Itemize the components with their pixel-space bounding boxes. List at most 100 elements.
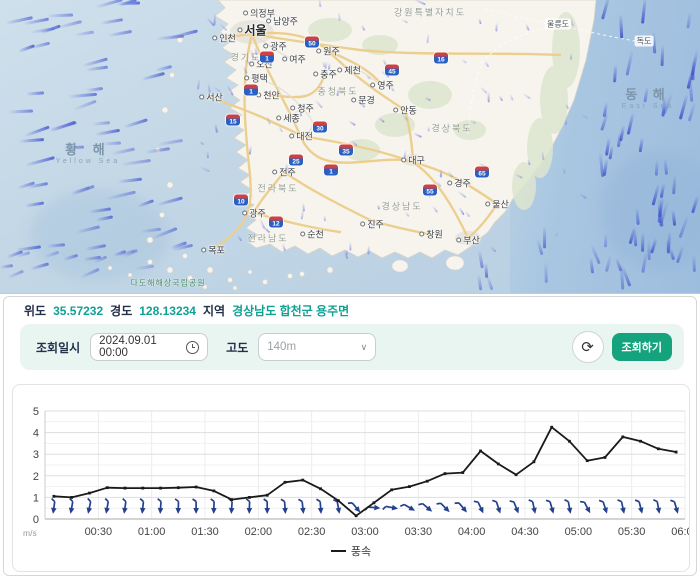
city-name: 인천 (219, 32, 236, 45)
map-city-label: 원주 (316, 45, 340, 58)
city-marker-icon (237, 28, 242, 33)
search-button[interactable]: 조회하기 (612, 333, 672, 361)
data-point (586, 459, 589, 462)
data-point (159, 487, 162, 490)
x-tick-label: 00:30 (85, 526, 113, 538)
wind-direction-barb-icon (317, 499, 324, 514)
map-city-label: 진주 (360, 218, 384, 231)
city-marker-icon (276, 116, 281, 121)
wind-direction-barb-icon (635, 499, 645, 515)
data-point (248, 496, 251, 499)
data-point (408, 485, 411, 488)
chevron-down-icon: ∨ (361, 342, 368, 353)
wind-direction-barb-icon (618, 499, 627, 515)
map-city-label: 영주 (370, 79, 394, 92)
barb-head (246, 508, 252, 514)
city-name: 남양주 (273, 15, 298, 28)
data-point (372, 501, 375, 504)
map-city-label: 서산 (199, 91, 223, 104)
data-point (390, 488, 393, 491)
city-marker-icon (201, 248, 206, 253)
longitude-value: 128.13234 (139, 304, 196, 318)
data-point (88, 492, 91, 495)
legend-line-marker (331, 550, 346, 552)
map-city-label: 청주 (290, 102, 314, 115)
y-tick-label: 3 (33, 449, 39, 461)
x-tick-label: 03:00 (351, 526, 379, 538)
city-name: 제천 (344, 64, 361, 77)
latitude-value: 35.57232 (53, 304, 103, 318)
data-point (212, 490, 215, 493)
expressway-shield-icon: 12 (269, 217, 283, 228)
data-point (657, 447, 660, 450)
wind-direction-barb-icon (175, 499, 182, 514)
barb-head (264, 508, 270, 514)
map-city-label: 문경 (351, 94, 375, 107)
wind-direction-barb-icon (193, 499, 199, 514)
data-point (479, 450, 482, 453)
x-tick-label: 05:30 (618, 526, 646, 538)
data-point (532, 460, 535, 463)
city-marker-icon (370, 83, 375, 88)
city-name: 순천 (307, 228, 324, 241)
sea-name-en: East Sea (622, 103, 674, 110)
city-marker-icon (212, 36, 217, 41)
expressway-shield-icon: 16 (434, 53, 448, 64)
wind-map[interactable]: 경기도강원특별자치도충청북도경상북도전라북도전라남도경상남도서울인천의정부남양주… (0, 0, 700, 293)
city-name: 창원 (426, 228, 443, 241)
datetime-label: 조회일시 (36, 339, 80, 356)
data-point (497, 463, 500, 466)
data-point (301, 479, 304, 482)
chart-legend: 풍속 (13, 543, 689, 559)
refresh-button[interactable]: ⟳ (572, 331, 604, 363)
expressway-shield-icon: 1 (324, 165, 338, 176)
city-marker-icon (249, 62, 254, 67)
wind-direction-barb-icon (383, 503, 399, 512)
map-city-label: 여주 (282, 53, 306, 66)
city-marker-icon (242, 211, 247, 216)
wind-direction-barb-icon (298, 499, 306, 515)
y-tick-label: 0 (33, 514, 39, 526)
city-name: 진주 (367, 218, 384, 231)
wind-forecast-app: 경기도강원특별자치도충청북도경상북도전라북도전라남도경상남도서울인천의정부남양주… (0, 0, 700, 578)
map-province-label: 경상남도 (381, 200, 422, 213)
map-city-label: 광주 (242, 207, 266, 220)
wind-direction-barb-icon (228, 499, 235, 514)
wind-direction-barb-icon (400, 501, 416, 514)
expressway-shield-icon: 65 (475, 167, 489, 178)
map-city-label: 울산 (485, 198, 509, 211)
data-point (639, 440, 642, 443)
wind-direction-barb-icon (492, 499, 503, 515)
sea-name-en: Yellow Sea (56, 158, 120, 165)
altitude-value: 140m (267, 341, 296, 353)
x-tick-label: 06:00 (671, 526, 689, 538)
island-name-label: 독도 (635, 36, 654, 47)
data-point (124, 487, 127, 490)
data-point (444, 472, 447, 475)
region-label: 지역 (203, 302, 225, 319)
x-tick-label: 05:00 (565, 526, 593, 538)
barb-staff (400, 503, 411, 511)
sea-name-ko: 황 해 (56, 139, 120, 158)
data-point (621, 436, 624, 439)
wind-direction-barb-icon (474, 499, 486, 515)
wind-direction-barb-icon (510, 499, 521, 515)
wind-direction-barb-icon (139, 499, 147, 515)
data-point (675, 451, 678, 454)
refresh-icon: ⟳ (581, 338, 594, 356)
wind-speed-chart: 01234500:3001:0001:3002:0002:3003:0003:3… (12, 384, 690, 572)
map-province-label: 강원특별자치도 (394, 6, 466, 19)
map-city-label: 목포 (201, 244, 225, 257)
wind-direction-barb-icon (264, 499, 270, 514)
data-point (266, 494, 269, 497)
wind-direction-barb-icon (529, 499, 538, 515)
altitude-select[interactable]: 140m ∨ (258, 333, 376, 361)
city-name: 서산 (206, 91, 223, 104)
datetime-input[interactable]: 2024.09.01 00:00 (90, 333, 208, 361)
wind-direction-barb-icon (580, 499, 593, 515)
clock-icon[interactable] (186, 341, 199, 354)
wind-direction-barb-icon (85, 498, 94, 514)
wind-direction-barb-icon (599, 499, 610, 515)
data-point (141, 487, 144, 490)
datetime-value: 2024.09.01 00:00 (99, 335, 186, 359)
